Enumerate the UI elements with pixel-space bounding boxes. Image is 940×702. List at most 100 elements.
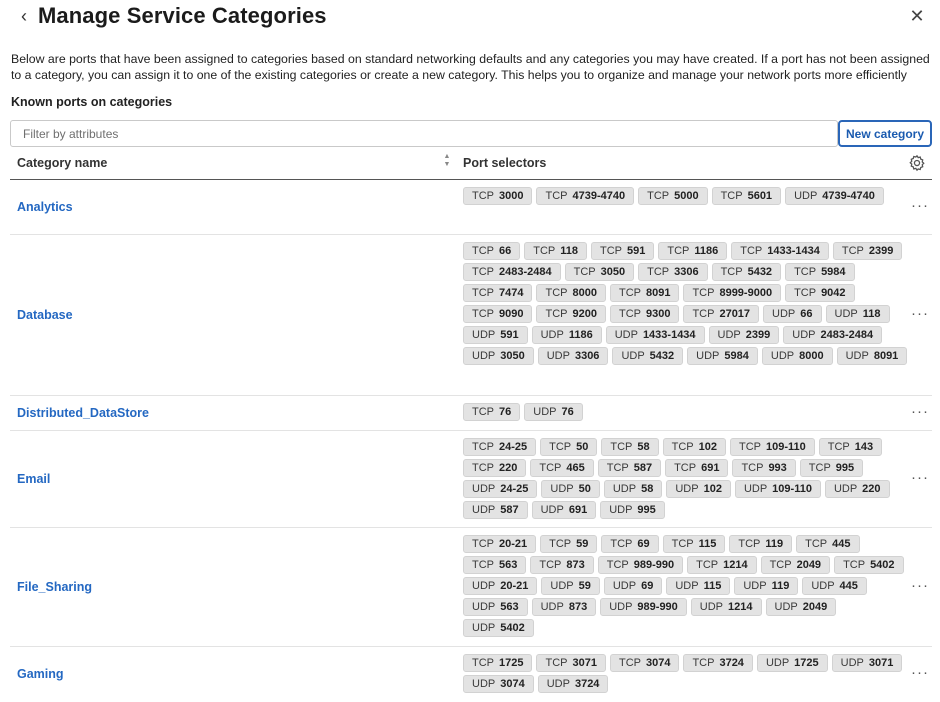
port-number: 445 (832, 538, 851, 550)
port-protocol: TCP (794, 266, 817, 278)
port-chip: TCP 1214 (687, 556, 757, 574)
port-protocol: UDP (699, 601, 724, 613)
port-number: 691 (701, 462, 720, 474)
port-number: 3074 (500, 678, 525, 690)
port-chip: TCP 27017 (683, 305, 760, 323)
page-description: Below are ports that have been assigned … (11, 52, 930, 82)
port-chip: UDP 995 (600, 501, 665, 519)
more-actions-icon[interactable]: ··· (910, 306, 930, 324)
port-chip: TCP 66 (463, 242, 521, 260)
port-chip: TCP 7474 (463, 284, 533, 302)
port-number: 1433-1434 (642, 329, 696, 341)
close-icon[interactable]: ✕ (906, 6, 928, 28)
column-header-category[interactable]: Category name (17, 156, 107, 170)
port-protocol: TCP (692, 287, 715, 299)
new-category-button[interactable]: New category (838, 120, 932, 147)
port-protocol: TCP (692, 657, 715, 669)
port-number: 993 (768, 462, 787, 474)
port-number: 109-110 (772, 483, 812, 495)
more-actions-icon[interactable]: ··· (910, 578, 930, 596)
port-protocol: UDP (834, 308, 858, 320)
category-name-link[interactable]: Database (17, 308, 73, 322)
port-number: 5402 (500, 622, 525, 634)
port-protocol: UDP (472, 601, 496, 613)
port-number: 995 (637, 504, 656, 516)
table-row: Distributed_DataStore TCP 76 UDP 76 ··· (10, 396, 932, 431)
port-number: 1214 (723, 559, 748, 571)
port-chip: TCP 587 (597, 459, 662, 477)
port-number: 7474 (499, 287, 524, 299)
port-protocol: TCP (805, 538, 828, 550)
table-header: Category name ▲ ▼ Port selectors (10, 150, 932, 180)
port-chip: TCP 995 (799, 459, 864, 477)
port-protocol: UDP (621, 350, 645, 362)
back-arrow-icon[interactable]: ‹ (14, 6, 34, 28)
port-number: 5601 (747, 190, 773, 202)
table-row: Database TCP 66 TCP 118 TCP 591 TCP 1186 TCP 1433-… (10, 235, 932, 396)
gear-icon[interactable] (908, 154, 926, 172)
port-protocol: UDP (472, 504, 496, 516)
port-protocol: UDP (546, 350, 570, 362)
port-chip: TCP 118 (524, 242, 587, 260)
port-protocol: UDP (472, 483, 496, 495)
port-chip: UDP 220 (824, 480, 890, 498)
more-actions-icon[interactable]: ··· (910, 470, 930, 488)
port-protocol: TCP (545, 308, 568, 320)
port-number: 5984 (724, 350, 749, 362)
port-protocol: TCP (539, 559, 562, 571)
port-number: 69 (637, 538, 650, 550)
port-protocol: UDP (811, 580, 835, 592)
more-actions-icon[interactable]: ··· (910, 665, 930, 683)
port-protocol: TCP (533, 245, 556, 257)
port-protocol: TCP (618, 287, 641, 299)
port-selectors: TCP 76 UDP 76 (463, 403, 908, 421)
port-protocol: TCP (841, 245, 864, 257)
more-actions-icon[interactable]: ··· (910, 198, 930, 216)
port-number: 118 (560, 245, 578, 257)
port-protocol: TCP (472, 308, 494, 320)
category-name-link[interactable]: Analytics (17, 200, 73, 214)
port-chip: TCP 24-25 (463, 438, 537, 456)
port-number: 3071 (572, 657, 597, 669)
table-row: File_Sharing TCP 20-21 TCP 59 TCP 69 TCP 115 TCP 1… (10, 528, 932, 647)
port-protocol: TCP (472, 462, 494, 474)
category-name-link[interactable]: Gaming (17, 667, 64, 681)
port-protocol: TCP (696, 559, 719, 571)
port-chip: UDP 76 (524, 403, 583, 421)
port-chip: TCP 465 (530, 459, 594, 477)
port-protocol: UDP (550, 483, 574, 495)
port-chip: TCP 3306 (638, 263, 708, 281)
port-number: 445 (839, 580, 858, 592)
port-protocol: UDP (675, 580, 699, 592)
port-protocol: TCP (472, 406, 494, 418)
port-chip: TCP 8091 (609, 284, 680, 302)
port-chip: TCP 9300 (609, 305, 680, 323)
port-chip: UDP 591 (463, 326, 528, 344)
port-chip: TCP 3074 (609, 654, 680, 672)
port-protocol: TCP (794, 287, 817, 299)
port-protocol: UDP (609, 504, 633, 516)
port-chip: TCP 5000 (638, 187, 708, 205)
sort-icon[interactable]: ▲ ▼ (442, 153, 452, 171)
port-number: 76 (499, 406, 512, 418)
port-number: 58 (641, 483, 654, 495)
port-chip: UDP 59 (541, 577, 600, 595)
port-protocol: TCP (610, 538, 633, 550)
port-protocol: TCP (549, 538, 572, 550)
port-number: 563 (499, 559, 518, 571)
more-actions-icon[interactable]: ··· (910, 404, 930, 422)
category-name-link[interactable]: Email (17, 472, 50, 486)
port-protocol: TCP (606, 559, 629, 571)
category-name-link[interactable]: Distributed_DataStore (17, 406, 149, 420)
port-number: 3074 (645, 657, 671, 669)
port-chip: TCP 1433-1434 (731, 242, 829, 260)
port-protocol: TCP (549, 441, 572, 453)
category-name-link[interactable]: File_Sharing (17, 580, 92, 594)
port-selectors: TCP 1725 TCP 3071 TCP 3074 TCP 3724 UDP 1725 UDP 30… (463, 654, 908, 693)
port-chip: UDP 3074 (463, 675, 534, 693)
port-chip: UDP 691 (531, 501, 597, 519)
filter-input[interactable] (10, 120, 838, 147)
port-number: 115 (698, 538, 717, 550)
port-protocol: UDP (840, 657, 864, 669)
port-chip: TCP 3000 (463, 187, 533, 205)
